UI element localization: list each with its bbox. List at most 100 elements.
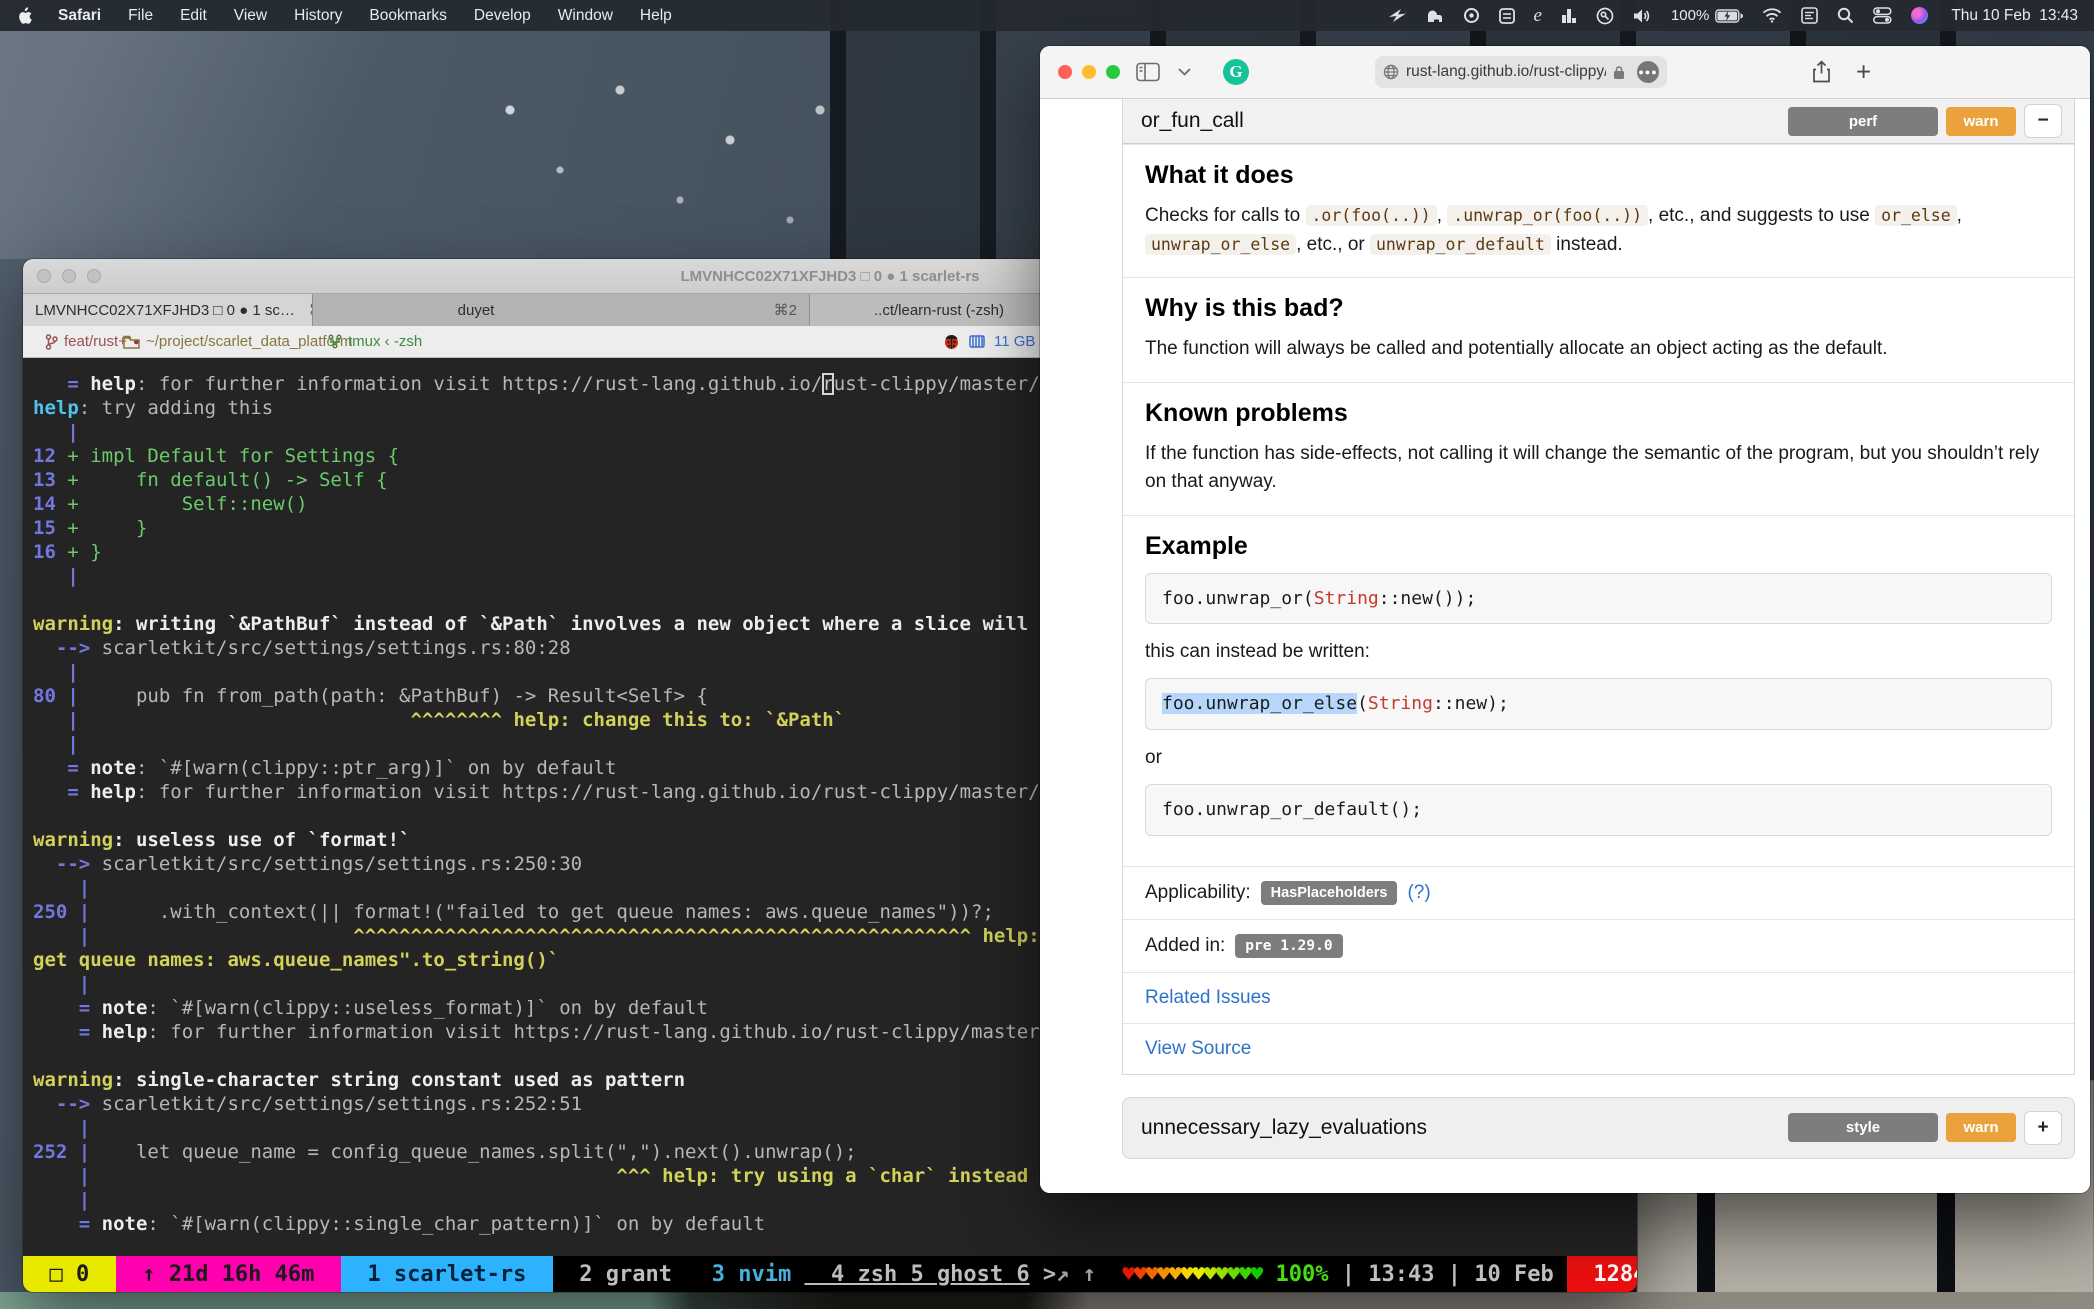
- heart-icon: ♥: [1192, 1262, 1204, 1286]
- terminal-text: warning: [33, 829, 113, 851]
- terminal-text: : for further information visit https://…: [136, 373, 822, 395]
- control-center-icon[interactable]: [1873, 7, 1892, 24]
- terminal-tab-1[interactable]: LMVNHCC02X71XFJHD3 □ 0 ● 1 sc… ⌘1: [23, 294, 313, 326]
- section-known-problems: Known problems If the function has side-…: [1123, 382, 2074, 515]
- menu-item-window[interactable]: Window: [558, 7, 613, 25]
- collapse-button[interactable]: −: [2024, 104, 2062, 138]
- minimize-button[interactable]: [1082, 65, 1096, 79]
- terminal-text: + impl Default for Settings {: [56, 445, 399, 467]
- tmux-window-item[interactable]: ↑ 21d 16h 46m: [116, 1256, 341, 1292]
- working-directory-status[interactable]: ~/project/scarlet_data_platform: [123, 326, 352, 357]
- e-script-icon[interactable]: e: [1534, 5, 1542, 27]
- apple-menu-icon[interactable]: [16, 6, 32, 25]
- tmux-window-item[interactable]: 4 zsh: [804, 1256, 897, 1292]
- terminal-text: ^^^ help: try using a `char` instead of …: [90, 1165, 1154, 1187]
- tmux-window-item[interactable]: 2 grant: [553, 1256, 685, 1292]
- tmux-window-item[interactable]: 3 nvim: [685, 1256, 804, 1292]
- tmux-status-item: | 13:43 | 10 Feb: [1329, 1256, 1567, 1292]
- tmux-status-item: 100%: [1262, 1256, 1328, 1292]
- battery-indicator[interactable]: 100%: [1671, 7, 1743, 24]
- section-why-bad: Why is this bad? The function will alway…: [1123, 277, 2074, 382]
- globe-icon: [1383, 64, 1399, 80]
- terminal-text: : useless use of `format!`: [113, 829, 410, 851]
- anyconnect-icon[interactable]: [1463, 7, 1480, 24]
- safari-traffic-lights: [1058, 65, 1120, 79]
- terminal-text: =: [33, 373, 90, 395]
- menu-item-history[interactable]: History: [294, 7, 342, 25]
- menu-item-help[interactable]: Help: [640, 7, 672, 25]
- tmux-window-item[interactable]: 5 ghost: [897, 1256, 1003, 1292]
- lint-header[interactable]: or_fun_call perf warn −: [1123, 99, 2074, 144]
- new-tab-button[interactable]: +: [1856, 57, 1871, 88]
- dock-download-icon[interactable]: [1561, 8, 1577, 24]
- menu-item-safari[interactable]: Safari: [58, 7, 101, 25]
- evernote-icon[interactable]: [1426, 8, 1444, 24]
- view-source-link[interactable]: View Source: [1145, 1038, 1251, 1059]
- terminal-text: -->: [33, 1093, 102, 1115]
- volume-icon[interactable]: [1633, 8, 1652, 24]
- text-input-menu-icon[interactable]: [1801, 7, 1818, 24]
- menu-bar-clock[interactable]: Thu 10 Feb 13:43: [1951, 7, 2078, 25]
- tmux-window-item[interactable]: 1 scarlet-r­s: [341, 1256, 553, 1292]
- terminal-text: warning: [33, 613, 113, 635]
- terminal-text: |: [33, 925, 90, 947]
- skitch-icon[interactable]: [1388, 8, 1407, 23]
- related-issues-link[interactable]: Related Issues: [1145, 987, 1271, 1008]
- applicability-help-link[interactable]: (?): [1407, 882, 1430, 904]
- zoom-button[interactable]: [1106, 65, 1120, 79]
- text-run: (: [1357, 693, 1368, 714]
- share-button[interactable]: [1812, 61, 1831, 84]
- url-text: rust-lang.github.io/rust-clippy/m: [1406, 63, 1606, 81]
- terminal-text: =: [33, 757, 90, 779]
- terminal-text: |: [33, 661, 79, 683]
- spotlight-icon[interactable]: [1837, 7, 1854, 24]
- menu-item-view[interactable]: View: [234, 7, 267, 25]
- text-run: or_else: [1875, 205, 1957, 226]
- heart-icon: ♥: [1216, 1262, 1228, 1286]
- page-settings-button[interactable]: ●●●: [1637, 61, 1659, 83]
- lint-card-unnecessary-lazy-evaluations[interactable]: unnecessary_lazy_evaluations style warn …: [1122, 1097, 2075, 1159]
- menu-item-edit[interactable]: Edit: [180, 7, 207, 25]
- address-bar[interactable]: rust-lang.github.io/rust-clippy/m ●●●: [1375, 56, 1667, 88]
- code-block-unwrap-or[interactable]: foo.unwrap_or(String::new());: [1145, 573, 2052, 624]
- terminal-tab-2[interactable]: duyet ⌘2: [313, 294, 810, 326]
- terminal-text: |: [33, 877, 90, 899]
- folder-icon: [123, 335, 140, 349]
- lock-icon: [1613, 65, 1625, 80]
- wifi-icon[interactable]: [1762, 8, 1782, 23]
- shell-status[interactable]: tmux ‹ -zsh: [328, 326, 422, 357]
- terminal-text: let queue_name = config_queue_names.spli…: [90, 1141, 856, 1163]
- menu-item-file[interactable]: File: [128, 7, 153, 25]
- menu-item-bookmarks[interactable]: Bookmarks: [369, 7, 447, 25]
- terminal-text: : `#[warn(clippy::useless_format)]` on b…: [147, 997, 708, 1019]
- tmux-window-item[interactable]: 6: [1003, 1256, 1030, 1292]
- terminal-text: note: [102, 1213, 148, 1235]
- tmux-window-item[interactable]: >: [1030, 1256, 1057, 1292]
- expand-button[interactable]: +: [2024, 1111, 2062, 1145]
- section-heading: Example: [1145, 532, 2052, 561]
- text-run: .or(foo(..)): [1306, 205, 1437, 226]
- memory-status[interactable]: 11 GB: [943, 326, 1035, 357]
- terminal-text: 12: [33, 445, 56, 467]
- text-run: ::new);: [1433, 693, 1509, 714]
- text-run: Checks for calls to: [1145, 205, 1306, 226]
- tab-shortcut: ⌘1: [295, 301, 313, 319]
- keychain-icon[interactable]: [1596, 7, 1614, 25]
- code-block-unwrap-or-else[interactable]: foo.unwrap_or_else(String::new);: [1145, 678, 2052, 729]
- tmux-window-item[interactable]: □ 0: [23, 1256, 116, 1292]
- lint-card-or-fun-call: or_fun_call perf warn − What it does Che…: [1122, 99, 2075, 1075]
- lint-name: unnecessary_lazy_evaluations: [1141, 1116, 1427, 1140]
- or-text: or: [1145, 744, 2052, 773]
- siri-icon[interactable]: [1911, 7, 1928, 24]
- close-button[interactable]: [1058, 65, 1072, 79]
- notes-icon[interactable]: [1499, 8, 1515, 24]
- lint-level-badge: warn: [1946, 107, 2016, 136]
- terminal-text: 250 |: [33, 901, 90, 923]
- section-example: Example foo.unwrap_or(String::new()); th…: [1123, 515, 2074, 866]
- chevron-down-icon[interactable]: [1178, 68, 1191, 76]
- grammarly-icon[interactable]: G: [1223, 59, 1249, 85]
- menu-item-develop[interactable]: Develop: [474, 7, 531, 25]
- sidebar-toggle-button[interactable]: [1136, 63, 1160, 82]
- code-block-unwrap-or-default[interactable]: foo.unwrap_or_default();: [1145, 784, 2052, 835]
- heartbeat-meter: ♥♥♥♥♥♥♥♥♥♥♥♥: [1122, 1256, 1262, 1292]
